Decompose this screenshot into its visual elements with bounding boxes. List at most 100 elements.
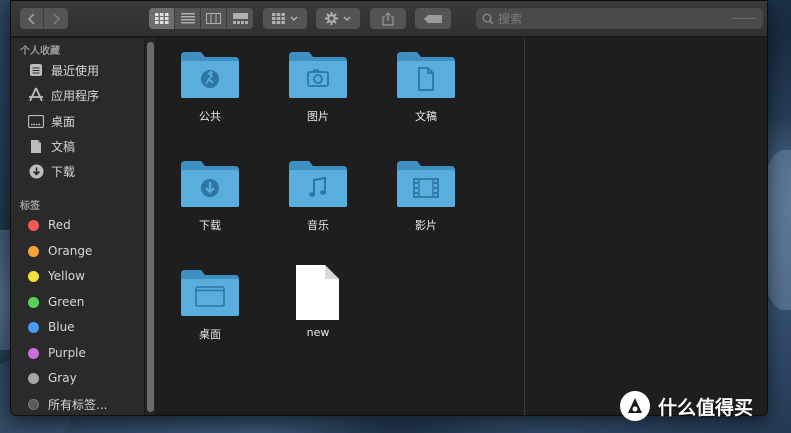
chevron-down-icon xyxy=(343,16,351,21)
list-view-icon xyxy=(180,13,195,24)
back-button[interactable] xyxy=(20,8,44,29)
file-item-label: 音乐 xyxy=(307,219,329,232)
search-field-line xyxy=(731,18,757,19)
file-item-pictures[interactable]: 图片 xyxy=(273,50,363,150)
sidebar: 个人收藏 最近使用 应用程序 桌面 文稿 下载 标签 Red Orange Ye… xyxy=(11,38,144,415)
documents-icon xyxy=(27,138,45,154)
orange-tag-dot xyxy=(28,245,39,257)
sidebar-tag-purple[interactable]: Purple xyxy=(23,342,86,364)
desktop-icon xyxy=(27,113,45,129)
forward-button[interactable] xyxy=(44,8,68,29)
yellow-tag-dot xyxy=(28,270,39,282)
purple-tag-dot xyxy=(28,347,39,359)
search-input[interactable] xyxy=(498,11,698,26)
tag-icon xyxy=(424,14,442,23)
file-grid: 公共 图片 文稿 下载 音乐 影片 桌面 new xyxy=(156,38,524,415)
column-view-button[interactable] xyxy=(201,8,227,29)
file-item-new[interactable]: new xyxy=(273,263,363,363)
group-grid-icon xyxy=(272,13,285,24)
group-by-button[interactable] xyxy=(263,8,307,29)
watermark: 什么值得买 xyxy=(620,388,753,424)
gray-tag-dot xyxy=(28,372,39,384)
file-item-downloads[interactable]: 下载 xyxy=(165,159,255,259)
chevron-left-icon xyxy=(27,12,35,25)
recents-icon xyxy=(27,62,45,78)
share-button[interactable] xyxy=(370,8,406,29)
sidebar-item-downloads[interactable]: 下载 xyxy=(27,160,75,182)
toolbar xyxy=(11,1,767,37)
sidebar-tag-red[interactable]: Red xyxy=(23,214,71,236)
file-item-label: 影片 xyxy=(415,219,437,232)
favorites-header: 个人收藏 xyxy=(20,46,60,57)
sidebar-item-label: 最近使用 xyxy=(51,63,100,78)
view-mode-control xyxy=(149,8,253,29)
icon-view-button[interactable] xyxy=(149,8,175,29)
chevron-right-icon xyxy=(53,12,60,25)
file-item-desktop[interactable]: 桌面 xyxy=(165,268,255,368)
file-item-label: 图片 xyxy=(307,110,329,123)
downloads-folder-icon xyxy=(181,161,239,207)
applications-icon xyxy=(27,87,45,103)
sidebar-item-label: 应用程序 xyxy=(51,88,100,103)
preview-pane xyxy=(525,38,767,415)
file-item-music[interactable]: 音乐 xyxy=(273,159,363,259)
public-folder-icon xyxy=(181,52,239,98)
file-item-label: 公共 xyxy=(199,110,221,123)
finder-window: 个人收藏 最近使用 应用程序 桌面 文稿 xyxy=(10,0,768,416)
pictures-folder-icon xyxy=(289,52,347,98)
nav-buttons xyxy=(20,8,68,29)
sidebar-item-label: 桌面 xyxy=(51,114,76,129)
sidebar-tag-gray[interactable]: Gray xyxy=(23,367,77,389)
sidebar-tag-orange[interactable]: Orange xyxy=(23,240,92,262)
grid-view-icon xyxy=(154,13,168,24)
sidebar-tag-green[interactable]: Green xyxy=(23,291,84,313)
file-item-public[interactable]: 公共 xyxy=(165,50,255,150)
green-tag-dot xyxy=(28,296,39,308)
tag-label: 所有标签... xyxy=(48,397,108,412)
watermark-logo-icon xyxy=(620,391,650,421)
sidebar-scrollbar[interactable] xyxy=(144,38,155,415)
sidebar-all-tags[interactable]: 所有标签... xyxy=(23,393,107,415)
sidebar-tag-blue[interactable]: Blue xyxy=(23,316,75,338)
all-tags-dot xyxy=(28,398,39,410)
sidebar-item-desktop[interactable]: 桌面 xyxy=(27,110,75,132)
file-item-label: new xyxy=(306,326,330,339)
tag-label: Purple xyxy=(48,346,86,360)
documents-folder-icon xyxy=(397,52,455,98)
edit-tags-button[interactable] xyxy=(415,8,451,29)
tag-label: Red xyxy=(48,218,71,232)
gallery-view-button[interactable] xyxy=(227,8,253,29)
sidebar-tag-yellow[interactable]: Yellow xyxy=(23,265,85,287)
file-item-documents[interactable]: 文稿 xyxy=(381,50,471,150)
action-menu-button[interactable] xyxy=(316,8,360,29)
column-view-icon xyxy=(206,13,221,24)
red-tag-dot xyxy=(28,219,39,231)
tag-label: Blue xyxy=(48,320,75,334)
movies-folder-icon xyxy=(397,161,455,207)
tag-label: Yellow xyxy=(48,269,85,283)
sidebar-item-documents[interactable]: 文稿 xyxy=(27,135,75,157)
gear-icon xyxy=(325,12,338,25)
tags-header: 标签 xyxy=(20,201,40,212)
downloads-icon xyxy=(27,163,45,179)
chevron-down-icon xyxy=(290,16,298,21)
blue-tag-dot xyxy=(28,321,39,333)
music-folder-icon xyxy=(289,161,347,207)
search-icon xyxy=(482,13,494,24)
search-field[interactable] xyxy=(476,8,763,29)
file-item-label: 下载 xyxy=(199,219,221,232)
sidebar-item-applications[interactable]: 应用程序 xyxy=(27,84,99,106)
file-item-label: 桌面 xyxy=(199,328,221,341)
tag-label: Green xyxy=(48,295,85,309)
file-item-movies[interactable]: 影片 xyxy=(381,159,471,259)
gallery-view-icon xyxy=(232,13,248,24)
tag-label: Orange xyxy=(48,244,93,258)
list-view-button[interactable] xyxy=(175,8,201,29)
share-icon xyxy=(382,11,394,26)
file-item-label: 文稿 xyxy=(415,110,437,123)
sidebar-item-label: 文稿 xyxy=(51,139,76,154)
sidebar-item-recents[interactable]: 最近使用 xyxy=(27,59,99,81)
watermark-text: 什么值得买 xyxy=(658,396,754,419)
sidebar-scrollbar-thumb[interactable] xyxy=(147,42,154,412)
tag-label: Gray xyxy=(48,371,77,385)
